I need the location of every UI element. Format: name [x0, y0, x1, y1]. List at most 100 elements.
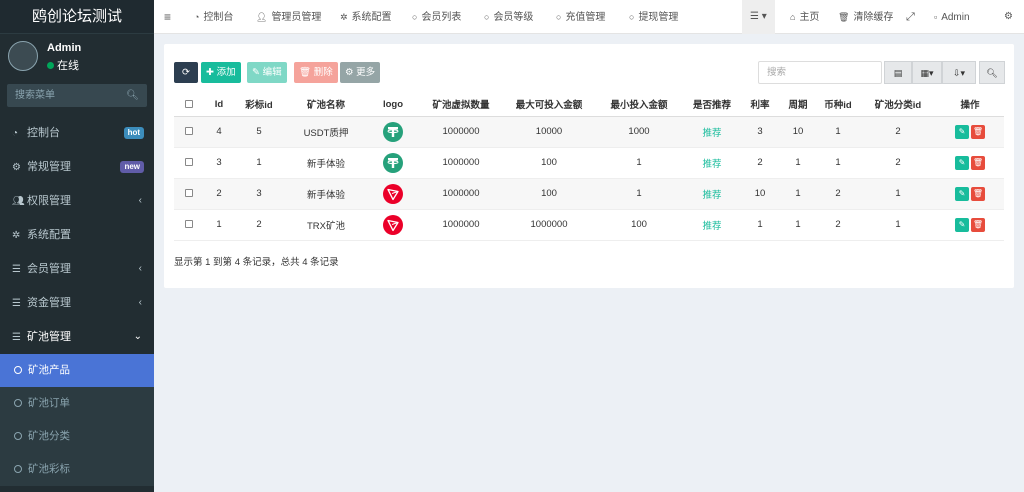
clear-cache-button[interactable]: 🗑︎ 清除缓存 — [838, 0, 893, 34]
top-navbar: ≡ ◔ 控制台 👤︎ 管理员管理 ✲ 系统配置 ○ 会员列表 ○ 会员等级 ○ 充值管理 ○ 提现管理 ☰… — [154, 0, 1024, 34]
cell-rate: 1 — [740, 209, 780, 241]
cell-rate: 10 — [740, 178, 780, 210]
row-edit-button[interactable]: ✎ — [955, 155, 969, 170]
top-nav-tab[interactable]: ○ 提现管理 — [629, 0, 678, 34]
sidebar-item[interactable]: ⚙ 常规管理 new — [0, 150, 154, 184]
top-nav-tab[interactable]: 👤︎ 管理员管理 — [256, 0, 321, 34]
column-header[interactable]: 矿池虚拟数量 — [418, 93, 504, 117]
submenu-item[interactable]: 矿池产品 — [0, 354, 154, 387]
home-link[interactable]: ⌂ 主页 — [790, 0, 819, 34]
sidebar-item[interactable]: ✲ 系统配置 — [0, 218, 154, 252]
column-header[interactable]: 矿池名称 — [284, 93, 368, 117]
more-button[interactable]: ⚙ 更多 — [340, 62, 381, 83]
row-checkbox[interactable] — [185, 220, 193, 229]
column-header[interactable]: Id — [204, 93, 234, 117]
sidebar-item[interactable]: ☰ 矿池管理 ⌄ — [0, 320, 154, 354]
submenu-item[interactable]: 矿池订单 — [0, 387, 154, 420]
user-status: 在线 — [47, 57, 79, 73]
table-row[interactable]: 1 2 TRX矿池 1000000 1000000 100 推荐 1 1 2 1 ✎ 🗑︎ — [174, 209, 1004, 241]
fullscreen-icon[interactable]: ⤢ — [906, 0, 915, 34]
menu-toggle-icon[interactable]: ≡ — [164, 0, 171, 34]
top-nav-tab[interactable]: ◔ 控制台 — [194, 0, 233, 34]
row-edit-button[interactable]: ✎ — [955, 217, 969, 232]
row-checkbox[interactable] — [185, 127, 193, 136]
user-panel: Admin 在线 — [0, 34, 154, 79]
recommend-cell: 推荐 — [684, 178, 740, 210]
delete-button[interactable]: 🗑︎ 删除 — [294, 62, 338, 83]
online-dot-icon — [47, 62, 54, 69]
row-delete-button[interactable]: 🗑︎ — [971, 124, 985, 139]
row-delete-button[interactable]: 🗑︎ — [971, 155, 985, 170]
cell-id: 1 — [204, 209, 234, 241]
column-header[interactable]: 操作 — [936, 93, 1004, 117]
table-row[interactable]: 2 3 新手体验 1000000 100 1 推荐 10 1 2 1 ✎ 🗑︎ — [174, 178, 1004, 210]
top-nav-tab[interactable]: ○ 会员列表 — [412, 0, 461, 34]
sidebar-item[interactable]: ☰ 资金管理 ‹ — [0, 286, 154, 320]
sidebar-item[interactable]: ◔ 控制台 hot — [0, 116, 154, 150]
search-toggle-button[interactable]: 🔍︎ — [979, 61, 1005, 84]
cell-max: 100 — [504, 178, 594, 210]
edit-button[interactable]: ✎ 编辑 — [247, 62, 287, 83]
cell-rate: 3 — [740, 116, 780, 148]
column-header[interactable]: 币种id — [816, 93, 860, 117]
cell-virtual: 1000000 — [418, 116, 504, 148]
list-icon: ☰ — [12, 332, 21, 343]
column-header[interactable]: 最小投入金额 — [594, 93, 684, 117]
chevron-icon: ⌄ — [133, 331, 142, 342]
row-delete-button[interactable]: 🗑︎ — [971, 217, 985, 232]
column-header[interactable]: 最大可投入金额 — [504, 93, 594, 117]
table-row[interactable]: 3 1 新手体验 1000000 100 1 推荐 2 1 1 2 ✎ 🗑︎ — [174, 147, 1004, 179]
circle-icon: ○ — [484, 12, 490, 22]
submenu-item[interactable]: 矿池彩标 — [0, 453, 154, 486]
submenu-item[interactable]: 矿池分类 — [0, 420, 154, 453]
top-nav-tab[interactable]: ○ 充值管理 — [556, 0, 605, 34]
column-header[interactable]: 矿池分类id — [860, 93, 936, 117]
add-button[interactable]: ✚ 添加 — [201, 62, 241, 83]
sidebar-item-label: 控制台 — [27, 127, 60, 139]
row-delete-button[interactable]: 🗑︎ — [971, 186, 985, 201]
logo-cell — [368, 116, 418, 148]
cell-tag-id: 2 — [234, 209, 284, 241]
columns-button[interactable]: ▦▾ — [912, 61, 942, 84]
row-checkbox[interactable] — [185, 189, 193, 198]
sidebar-search-input[interactable]: 搜索菜单 🔍︎ — [7, 84, 147, 107]
row-edit-button[interactable]: ✎ — [955, 186, 969, 201]
row-checkbox[interactable] — [185, 158, 193, 167]
cell-cat-id: 2 — [860, 116, 936, 148]
column-header[interactable]: logo — [368, 93, 418, 117]
cell-name: 新手体验 — [284, 147, 368, 179]
sidebar-item[interactable]: 👥︎ 权限管理 ‹ — [0, 184, 154, 218]
sidebar-item[interactable]: ☰ 会员管理 ‹ — [0, 252, 154, 286]
admin-menu[interactable]: ▫ Admin — [934, 0, 970, 34]
column-header[interactable]: 彩标id — [234, 93, 284, 117]
search-icon[interactable]: 🔍︎ — [126, 84, 139, 107]
column-header[interactable]: 周期 — [780, 93, 816, 117]
sidebar-item-label: 权限管理 — [27, 195, 71, 207]
table-body: 4 5 USDT质押 1000000 10000 1000 推荐 3 10 1 2 ✎ 🗑︎ 3 1 新手体验… — [174, 116, 1004, 241]
top-nav-label: 充值管理 — [565, 12, 606, 23]
circle-icon: ○ — [629, 12, 635, 22]
top-nav-tab[interactable]: ✲ 系统配置 — [340, 0, 392, 34]
refresh-button[interactable]: ⟳ — [174, 62, 198, 83]
table-search-input[interactable]: 搜索 — [758, 61, 882, 84]
chevron-icon: ‹ — [138, 263, 142, 274]
column-header[interactable]: 利率 — [740, 93, 780, 117]
app-title[interactable]: 鸥创论坛测试 — [0, 0, 154, 34]
toggle-view-button[interactable]: ▤ — [884, 61, 912, 84]
settings-gear-icon[interactable]: ⚙ — [1004, 0, 1013, 34]
top-nav-label: 会员等级 — [493, 12, 534, 23]
export-button[interactable]: ⇩▾ — [942, 61, 976, 84]
gear-icon: ✲ — [340, 12, 348, 22]
sidebar-item-label: 矿池管理 — [27, 331, 71, 343]
nav-dropdown-button[interactable]: ☰ ▾ — [742, 0, 775, 34]
column-header[interactable]: 是否推荐 — [684, 93, 740, 117]
select-all-checkbox[interactable] — [185, 100, 193, 109]
row-edit-button[interactable]: ✎ — [955, 124, 969, 139]
top-nav-tab[interactable]: ○ 会员等级 — [484, 0, 533, 34]
list-icon: ☰ — [12, 264, 21, 275]
submenu-item-label: 矿池彩标 — [28, 463, 70, 475]
cogs-icon: ⚙ — [12, 162, 21, 173]
table-row[interactable]: 4 5 USDT质押 1000000 10000 1000 推荐 3 10 1 2 ✎ 🗑︎ — [174, 116, 1004, 148]
logo-cell — [368, 147, 418, 179]
cell-min: 1 — [594, 147, 684, 179]
